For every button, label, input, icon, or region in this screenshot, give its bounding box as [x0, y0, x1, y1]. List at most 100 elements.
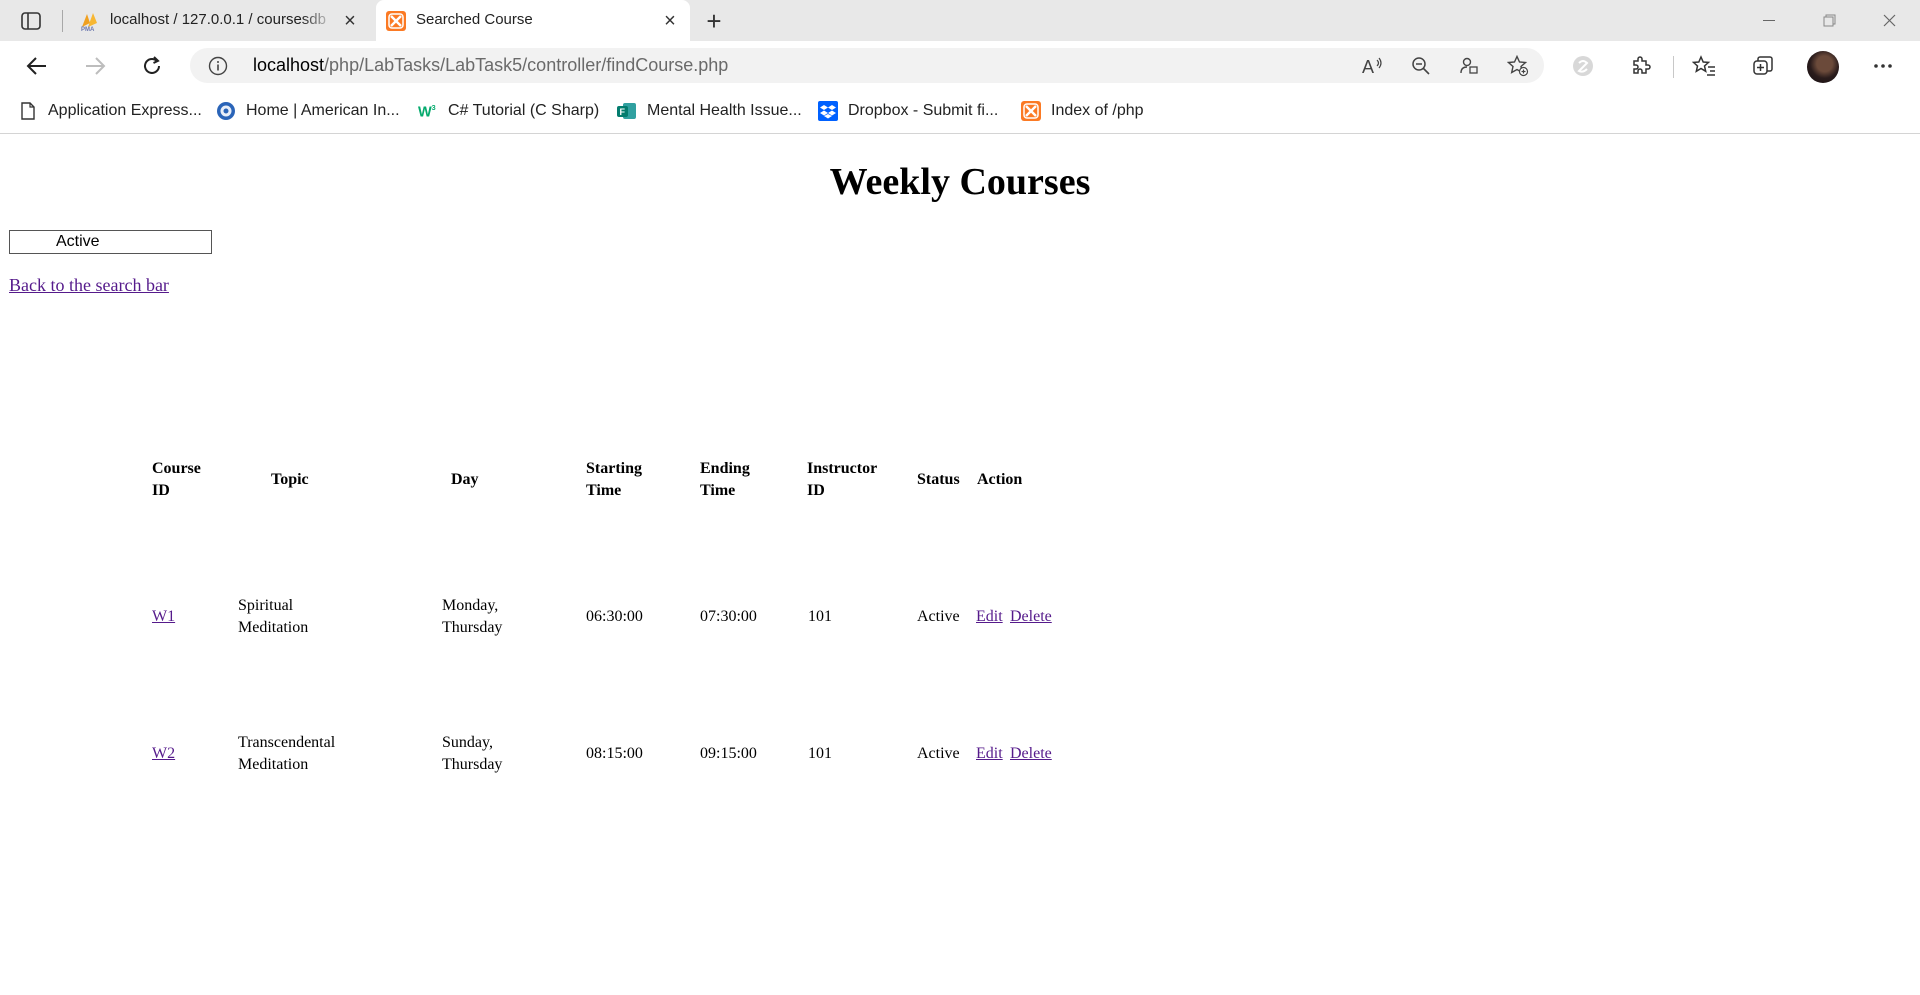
- header-text: Ending: [700, 460, 750, 477]
- header-ending-time: Ending Time: [700, 458, 750, 502]
- header-action: Action: [977, 471, 1023, 488]
- end-time-cell: 07:30:00: [700, 608, 757, 625]
- header-text: ID: [807, 482, 825, 499]
- toolbar: localhost/php/LabTasks/LabTask5/controll…: [0, 41, 1920, 90]
- collections-icon[interactable]: [1748, 51, 1778, 81]
- course-id-link[interactable]: W2: [152, 743, 175, 765]
- cell-text: Monday,: [442, 597, 499, 614]
- minimize-icon[interactable]: [1740, 0, 1798, 41]
- back-arrow-icon[interactable]: [20, 49, 54, 83]
- delete-link[interactable]: Delete: [1010, 743, 1052, 765]
- bookmark-mental-health[interactable]: F Mental Health Issue...: [617, 99, 802, 123]
- bookmark-label: Application Express...: [48, 102, 202, 119]
- forms-icon: F: [617, 101, 637, 121]
- header-instructor-id: Instructor ID: [807, 458, 877, 502]
- svg-text:A: A: [1362, 57, 1374, 76]
- header-day: Day: [451, 471, 479, 488]
- instructor-id-cell: 101: [808, 745, 832, 762]
- restore-icon[interactable]: [1800, 0, 1858, 41]
- read-aloud-icon[interactable]: A: [1362, 55, 1384, 77]
- profile-avatar[interactable]: [1807, 51, 1839, 83]
- svg-text:F: F: [620, 107, 626, 117]
- delete-link[interactable]: Delete: [1010, 606, 1052, 628]
- header-text: Course: [152, 460, 201, 477]
- svg-text:PMA: PMA: [81, 27, 95, 31]
- start-time-cell: 06:30:00: [586, 608, 643, 625]
- tab-phpmyadmin[interactable]: PMA localhost / 127.0.0.1 / coursesdb ×: [70, 0, 370, 41]
- header-status: Status: [917, 471, 960, 488]
- bookmark-csharp-tutorial[interactable]: W3 C# Tutorial (C Sharp): [418, 99, 599, 123]
- edit-link[interactable]: Edit: [976, 606, 1003, 628]
- edit-link[interactable]: Edit: [976, 743, 1003, 765]
- header-text: Instructor: [807, 460, 878, 477]
- tab-actions-icon[interactable]: [16, 8, 46, 34]
- cell-text: Thursday: [442, 756, 503, 773]
- bookmark-label: Dropbox - Submit fi...: [848, 102, 999, 119]
- forward-arrow-icon[interactable]: [78, 49, 112, 83]
- bookmarks-bar: Application Express... Home | American I…: [0, 90, 1920, 134]
- bookmark-application-express[interactable]: Application Express...: [18, 99, 202, 123]
- svg-text:3: 3: [432, 103, 436, 112]
- bookmark-label: Index of /php: [1051, 102, 1144, 119]
- cell-text: Meditation: [238, 619, 309, 636]
- tab-divider: [62, 10, 63, 32]
- page-content: Weekly Courses Back to the search bar Co…: [0, 134, 1920, 995]
- header-starting-time: Starting Time: [586, 458, 642, 502]
- favorites-icon[interactable]: [1689, 51, 1719, 81]
- bookmark-dropbox[interactable]: Dropbox - Submit fi...: [818, 99, 998, 123]
- bookmark-label: Home | American In...: [246, 102, 400, 119]
- tab-title: Searched Course: [416, 11, 533, 28]
- xampp-icon: [386, 11, 406, 31]
- cell-text: Transcendental: [238, 734, 336, 751]
- status-cell: Active: [917, 608, 960, 625]
- page-title: Weekly Courses: [829, 161, 1091, 203]
- refresh-icon[interactable]: [135, 49, 169, 83]
- tracking-prevention-icon[interactable]: [1458, 55, 1480, 77]
- header-course-id: Course ID: [152, 458, 201, 502]
- tab-strip: PMA localhost / 127.0.0.1 / coursesdb × …: [0, 0, 1920, 41]
- more-options-icon[interactable]: [1868, 51, 1898, 81]
- toolbar-divider: [1673, 56, 1674, 78]
- back-to-search-link[interactable]: Back to the search bar: [9, 275, 169, 296]
- course-id-link[interactable]: W1: [152, 606, 175, 628]
- page-icon: [18, 101, 38, 121]
- bookmark-label: C# Tutorial (C Sharp): [448, 102, 600, 119]
- url-text[interactable]: localhost/php/LabTasks/LabTask5/controll…: [253, 55, 728, 76]
- close-tab-icon[interactable]: ×: [340, 10, 360, 32]
- header-text: Time: [586, 482, 622, 499]
- info-icon[interactable]: [208, 56, 228, 76]
- bookmark-american-international[interactable]: Home | American In...: [216, 99, 400, 123]
- topic-cell: Transcendental Meditation: [238, 732, 335, 776]
- header-text: ID: [152, 482, 170, 499]
- copilot-disabled-icon[interactable]: [1568, 51, 1598, 81]
- close-window-icon[interactable]: [1860, 0, 1918, 41]
- tab-title: localhost / 127.0.0.1 / coursesdb: [110, 11, 326, 28]
- extensions-icon[interactable]: [1626, 51, 1656, 81]
- header-topic: Topic: [271, 471, 309, 488]
- cell-text: Meditation: [238, 756, 309, 773]
- address-bar[interactable]: localhost/php/LabTasks/LabTask5/controll…: [190, 48, 1544, 83]
- header-text: Starting: [586, 460, 642, 477]
- status-input[interactable]: [9, 230, 212, 254]
- phpmyadmin-icon: PMA: [80, 11, 100, 33]
- w3schools-icon: W3: [418, 101, 438, 121]
- start-time-cell: 08:15:00: [586, 745, 643, 762]
- add-favorite-icon[interactable]: [1507, 55, 1529, 77]
- globe-icon: [216, 101, 236, 121]
- status-cell: Active: [917, 745, 960, 762]
- zoom-out-icon[interactable]: [1410, 55, 1432, 77]
- tab-searched-course[interactable]: Searched Course ×: [376, 0, 690, 41]
- topic-cell: Spiritual Meditation: [238, 595, 308, 639]
- cell-text: Thursday: [442, 619, 503, 636]
- cell-text: Spiritual: [238, 597, 294, 614]
- svg-text:W: W: [418, 104, 432, 119]
- dropbox-icon: [818, 101, 838, 121]
- end-time-cell: 09:15:00: [700, 745, 757, 762]
- close-tab-icon[interactable]: ×: [660, 10, 680, 32]
- new-tab-icon[interactable]: +: [700, 6, 728, 36]
- day-cell: Sunday, Thursday: [442, 732, 502, 776]
- xampp-icon: [1021, 101, 1041, 121]
- bookmark-index-of-php[interactable]: Index of /php: [1021, 99, 1144, 123]
- header-text: Time: [700, 482, 736, 499]
- day-cell: Monday, Thursday: [442, 595, 502, 639]
